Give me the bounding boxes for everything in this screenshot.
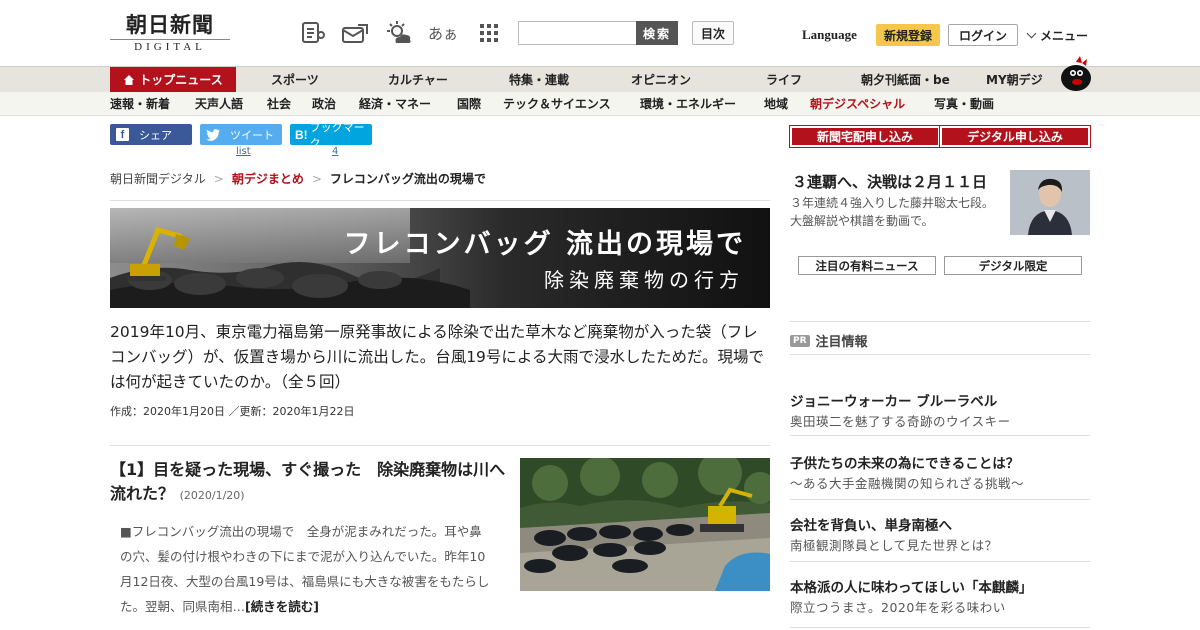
weather-icon[interactable] <box>384 18 414 48</box>
featured-paid-news-button[interactable]: 注目の有料ニュース <box>798 256 936 275</box>
menu-label: メニュー <box>1040 29 1089 43</box>
breadcrumb-section[interactable]: 朝デジまとめ <box>232 172 304 186</box>
logo-sub: DIGITAL <box>110 39 230 54</box>
grid-menu-icon[interactable] <box>474 18 504 48</box>
nav2-item-tech[interactable]: テック＆サイエンス <box>503 92 611 116</box>
logo-main: 朝日新聞 <box>126 12 214 37</box>
nav-item-paper[interactable]: 朝夕刊紙面・be <box>861 67 950 93</box>
nav2-item-environment[interactable]: 環境・エネルギー <box>640 92 736 116</box>
secondary-nav: 速報・新着 天声人語 社会 政治 経済・マネー 国際 テック＆サイエンス 環境・… <box>0 92 1200 116</box>
promo-photo[interactable] <box>1010 170 1090 235</box>
nav2-item-society[interactable]: 社会 <box>267 92 291 116</box>
pr-item-title[interactable]: 子供たちの未来の為にできることは？ <box>790 454 1090 474</box>
breadcrumb-current: フレコンバッグ流出の現場で <box>329 172 486 186</box>
newspaper-icon[interactable] <box>298 18 328 48</box>
nav2-item-photo-video[interactable]: 写真・動画 <box>934 92 994 116</box>
nav-item-life[interactable]: ライフ <box>766 67 802 93</box>
language-link[interactable]: Language <box>802 27 857 43</box>
nav-item-features[interactable]: 特集・連載 <box>509 67 569 93</box>
mascot-icon <box>1056 56 1092 92</box>
chevron-down-icon <box>1026 28 1037 39</box>
search-input[interactable] <box>518 21 636 45</box>
promo-title[interactable]: ３連覇へ、決戦は２月１１日 <box>792 171 987 192</box>
facebook-icon: f <box>116 128 129 141</box>
twitter-icon <box>206 128 220 141</box>
read-more-link[interactable]: [続きを読む] <box>245 599 319 614</box>
facebook-share-button[interactable]: f シェア <box>110 124 192 145</box>
pr-item[interactable]: ジョニーウォーカー ブルーラベル 奥田瑛二を魅了する奇跡のウイスキー <box>790 392 1090 436</box>
nav2-item-politics[interactable]: 政治 <box>312 92 336 116</box>
pr-item-title[interactable]: ジョニーウォーカー ブルーラベル <box>790 392 1090 412</box>
search-button[interactable]: 検索 <box>636 21 678 45</box>
pr-item-subtitle: 際立つうまさ。2020年を彩る味わい <box>790 600 1006 615</box>
article-date: (2020/1/20) <box>179 489 245 502</box>
nav-item-opinion[interactable]: オピニオン <box>631 67 691 93</box>
pr-item-subtitle: 奥田瑛二を魅了する奇跡のウイスキー <box>790 414 1011 429</box>
divider <box>110 445 770 446</box>
feature-banner: フレコンバッグ 流出の現場で 除染廃棄物の行方 <box>110 208 770 308</box>
breadcrumb-home[interactable]: 朝日新聞デジタル <box>110 172 206 186</box>
digital-subscribe-button[interactable]: デジタル申し込み <box>939 125 1091 148</box>
divider <box>790 354 1090 355</box>
toc-button[interactable]: 目次 <box>692 21 734 45</box>
pr-item-title[interactable]: 会社を背負い、単身南極へ <box>790 516 1090 536</box>
hatena-icon: B! <box>295 127 308 142</box>
article-title[interactable]: 【1】目を疑った現場、すぐ撮った 除染廃棄物は川へ流れた？ (2020/1/20… <box>110 458 506 508</box>
nav2-item-special[interactable]: 朝デジスペシャル <box>810 92 905 116</box>
nav2-item-tensei[interactable]: 天声人語 <box>195 92 243 116</box>
pr-item[interactable]: 会社を背負い、単身南極へ 南極観測隊員として見た世界とは？ <box>790 516 1090 562</box>
pr-heading: PR 注目情報 <box>790 331 868 350</box>
twitter-count[interactable]: list <box>236 146 251 157</box>
article-photo[interactable] <box>520 458 770 591</box>
menu-button[interactable]: メニュー <box>1026 27 1089 44</box>
pr-item-subtitle: ～ある大手金融機関の知られざる挑戦～ <box>790 476 1025 491</box>
nav-item-culture[interactable]: カルチャー <box>388 67 448 93</box>
publish-dates: 作成：2020年1月20日 ／更新：2020年1月22日 <box>110 405 355 418</box>
nav-item-sports[interactable]: スポーツ <box>271 67 319 93</box>
paper-subscribe-button[interactable]: 新聞宅配申し込み <box>789 125 941 148</box>
banner-subtitle: 除染廃棄物の行方 <box>544 268 744 292</box>
twitter-share-button[interactable]: ツイート <box>200 124 282 145</box>
pr-item-title[interactable]: 本格派の人に味わってほしい「本麒麟」 <box>790 578 1090 598</box>
site-logo[interactable]: 朝日新聞 DIGITAL <box>110 12 230 56</box>
nav2-item-international[interactable]: 国際 <box>457 92 481 116</box>
nav-item-my-asadigi[interactable]: MY朝デジ <box>986 67 1043 93</box>
breadcrumb: 朝日新聞デジタル > 朝デジまとめ > フレコンバッグ流出の現場で <box>110 170 770 201</box>
pr-badge: PR <box>790 334 810 347</box>
font-size-icon[interactable]: あぁ <box>428 18 458 48</box>
primary-nav: トップニュース スポーツ カルチャー 特集・連載 オピニオン ライフ 朝夕刊紙面… <box>0 66 1200 93</box>
nav2-item-local[interactable]: 地域 <box>764 92 788 116</box>
home-icon <box>124 75 135 85</box>
pr-item-subtitle: 南極観測隊員として見た世界とは？ <box>790 538 998 553</box>
nav-item-top-news[interactable]: トップニュース <box>110 67 236 93</box>
divider <box>790 321 1090 322</box>
pr-item[interactable]: 子供たちの未来の為にできることは？ ～ある大手金融機関の知られざる挑戦～ <box>790 454 1090 500</box>
lead-text: 2019年10月、東京電力福島第一原発事故による除染で出た草木など廃棄物が入った… <box>110 323 764 391</box>
article-excerpt: ■フレコンバッグ流出の現場で 全身が泥まみれだった。耳や鼻の穴、髪の付け根やわき… <box>120 524 490 614</box>
login-button[interactable]: ログイン <box>948 24 1018 46</box>
banner-title: フレコンバッグ 流出の現場で <box>343 229 746 260</box>
hatena-count[interactable]: 4 <box>332 146 338 157</box>
register-button[interactable]: 新規登録 <box>876 24 940 46</box>
hatena-bookmark-button[interactable]: B! ブックマーク <box>290 121 372 150</box>
pr-item[interactable]: 本格派の人に味わってほしい「本麒麟」 際立つうまさ。2020年を彩る味わい <box>790 578 1090 628</box>
promo-description: ３年連続４強入りした藤井聡太七段。大盤解説や棋譜を動画で。 <box>790 196 995 228</box>
mail-icon[interactable] <box>340 18 370 48</box>
digital-only-button[interactable]: デジタル限定 <box>944 256 1082 275</box>
nav2-item-breaking[interactable]: 速報・新着 <box>110 92 170 116</box>
nav2-item-economy[interactable]: 経済・マネー <box>359 92 431 116</box>
